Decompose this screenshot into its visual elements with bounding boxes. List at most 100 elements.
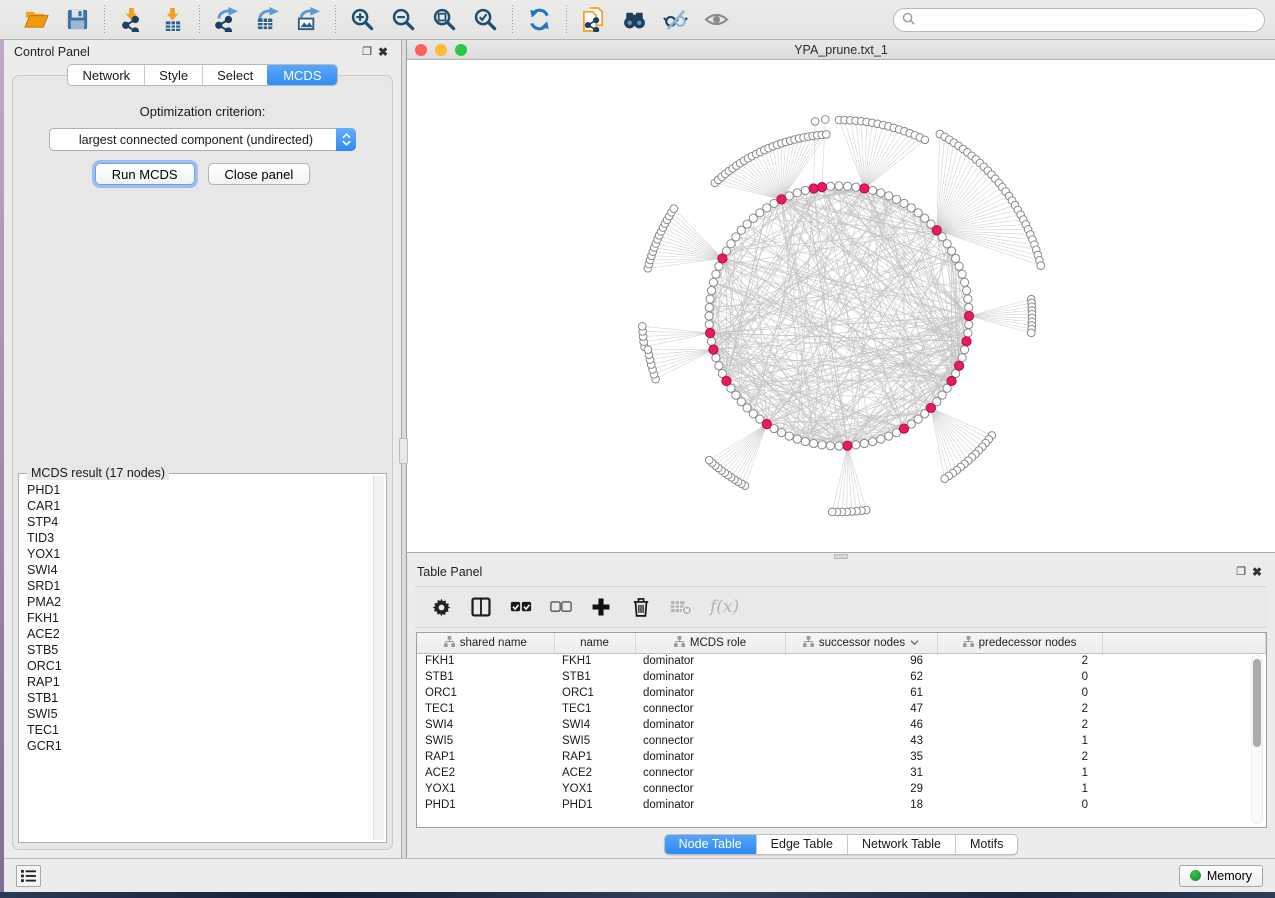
table-cell[interactable]: 2: [937, 717, 1102, 733]
mcds-result-item[interactable]: STB1: [27, 690, 372, 706]
table-cell[interactable]: 61: [785, 685, 937, 701]
tab-network[interactable]: Network: [68, 65, 145, 85]
table-cell[interactable]: TEC1: [417, 701, 554, 717]
table-cell[interactable]: ACE2: [417, 765, 554, 781]
criterion-select[interactable]: largest connected component (undirected): [49, 128, 356, 151]
table-cell[interactable]: FKH1: [417, 653, 554, 669]
table-cell[interactable]: SWI4: [417, 717, 554, 733]
column-header-name[interactable]: name: [554, 633, 635, 653]
tab-network-table[interactable]: Network Table: [848, 835, 956, 854]
mcds-result-item[interactable]: ORC1: [27, 658, 372, 674]
search-binoculars-icon[interactable]: [621, 6, 648, 33]
splitter-grip[interactable]: [399, 438, 408, 464]
table-cell[interactable]: PHD1: [417, 797, 554, 813]
show-details-icon[interactable]: [703, 6, 730, 33]
table-cell[interactable]: 2: [937, 749, 1102, 765]
table-cell[interactable]: 96: [785, 653, 937, 669]
panel-splitter-vertical[interactable]: [402, 40, 407, 858]
open-file-icon[interactable]: [23, 6, 50, 33]
tab-style[interactable]: Style: [145, 65, 203, 85]
search-box[interactable]: [893, 8, 1265, 32]
mcds-result-item[interactable]: PMA2: [27, 594, 372, 610]
splitter-grip-horizontal[interactable]: [834, 554, 848, 559]
run-mcds-button[interactable]: Run MCDS: [95, 163, 195, 185]
mcds-result-item[interactable]: PHD1: [27, 482, 372, 498]
add-column-icon[interactable]: [590, 596, 612, 618]
zoom-selected-icon[interactable]: [472, 6, 499, 33]
table-cell[interactable]: 47: [785, 701, 937, 717]
tab-motifs[interactable]: Motifs: [956, 835, 1017, 854]
toggle-columns-icon[interactable]: [470, 596, 492, 618]
table-scrollbar[interactable]: [1251, 655, 1263, 824]
table-cell[interactable]: 35: [785, 749, 937, 765]
mcds-result-item[interactable]: ACE2: [27, 626, 372, 642]
zoom-out-icon[interactable]: [390, 6, 417, 33]
refresh-view-icon[interactable]: [526, 6, 553, 33]
mcds-result-item[interactable]: TID3: [27, 530, 372, 546]
mcds-result-item[interactable]: SRD1: [27, 578, 372, 594]
mcds-result-item[interactable]: STB5: [27, 642, 372, 658]
table-cell[interactable]: STB1: [554, 669, 635, 685]
table-cell[interactable]: connector: [635, 781, 785, 797]
table-cell[interactable]: dominator: [635, 653, 785, 669]
export-table-icon[interactable]: [254, 6, 281, 33]
table-row[interactable]: ORC1ORC1dominator610: [417, 685, 1266, 701]
table-settings-gear-icon[interactable]: [431, 597, 452, 618]
zoom-fit-icon[interactable]: [431, 6, 458, 33]
save-session-icon[interactable]: [64, 6, 91, 33]
panel-splitter-horizontal[interactable]: [407, 553, 1275, 560]
column-header-successor-nodes[interactable]: successor nodes: [785, 633, 937, 653]
window-close-light[interactable]: [415, 44, 427, 56]
hide-details-icon[interactable]: [662, 6, 689, 33]
table-cell[interactable]: FKH1: [554, 653, 635, 669]
export-image-icon[interactable]: [295, 6, 322, 33]
column-header-predecessor-nodes[interactable]: predecessor nodes: [937, 633, 1102, 653]
mcds-result-item[interactable]: FKH1: [27, 610, 372, 626]
table-scrollbar-thumb[interactable]: [1253, 659, 1261, 747]
table-row[interactable]: STB1STB1dominator620: [417, 669, 1266, 685]
table-cell[interactable]: 1: [937, 733, 1102, 749]
table-cell[interactable]: 0: [937, 685, 1102, 701]
select-all-rows-icon[interactable]: [510, 596, 532, 618]
close-panel-button[interactable]: Close panel: [208, 163, 311, 185]
table-cell[interactable]: ACE2: [554, 765, 635, 781]
table-cell[interactable]: STB1: [417, 669, 554, 685]
tab-mcds[interactable]: MCDS: [267, 64, 337, 86]
table-cell[interactable]: RAP1: [417, 749, 554, 765]
table-cell[interactable]: SWI5: [417, 733, 554, 749]
table-cell[interactable]: PHD1: [554, 797, 635, 813]
tab-select[interactable]: Select: [203, 65, 268, 85]
table-cell[interactable]: SWI5: [554, 733, 635, 749]
import-table-icon[interactable]: [159, 6, 186, 33]
table-cell[interactable]: 31: [785, 765, 937, 781]
table-float-icon[interactable]: ❐: [1233, 564, 1249, 580]
mcds-result-item[interactable]: YOX1: [27, 546, 372, 562]
delete-column-icon[interactable]: [630, 596, 652, 618]
export-network-icon[interactable]: [213, 6, 240, 33]
column-header-shared-name[interactable]: shared name: [417, 633, 554, 653]
table-row[interactable]: FKH1FKH1dominator962: [417, 653, 1266, 669]
table-cell[interactable]: dominator: [635, 717, 785, 733]
window-minimize-light[interactable]: [435, 44, 447, 56]
table-cell[interactable]: 46: [785, 717, 937, 733]
table-row[interactable]: TEC1TEC1connector472: [417, 701, 1266, 717]
zoom-in-icon[interactable]: [349, 6, 376, 33]
table-cell[interactable]: ORC1: [417, 685, 554, 701]
table-cell[interactable]: 18: [785, 797, 937, 813]
table-cell[interactable]: 43: [785, 733, 937, 749]
table-cell[interactable]: YOX1: [554, 781, 635, 797]
table-row[interactable]: ACE2ACE2connector311: [417, 765, 1266, 781]
mcds-result-item[interactable]: GCR1: [27, 738, 372, 754]
table-row[interactable]: SWI4SWI4dominator462: [417, 717, 1266, 733]
table-cell[interactable]: dominator: [635, 669, 785, 685]
table-cell[interactable]: 0: [937, 669, 1102, 685]
table-row[interactable]: YOX1YOX1connector291: [417, 781, 1266, 797]
table-cell[interactable]: 2: [937, 701, 1102, 717]
table-cell[interactable]: 0: [937, 797, 1102, 813]
mcds-result-list[interactable]: PHD1CAR1STP4TID3YOX1SWI4SRD1PMA2FKH1ACE2…: [21, 482, 372, 840]
task-history-button[interactable]: [16, 865, 41, 887]
table-cell[interactable]: 29: [785, 781, 937, 797]
network-graph[interactable]: [407, 60, 1275, 552]
table-cell[interactable]: 2: [937, 653, 1102, 669]
table-cell[interactable]: dominator: [635, 749, 785, 765]
